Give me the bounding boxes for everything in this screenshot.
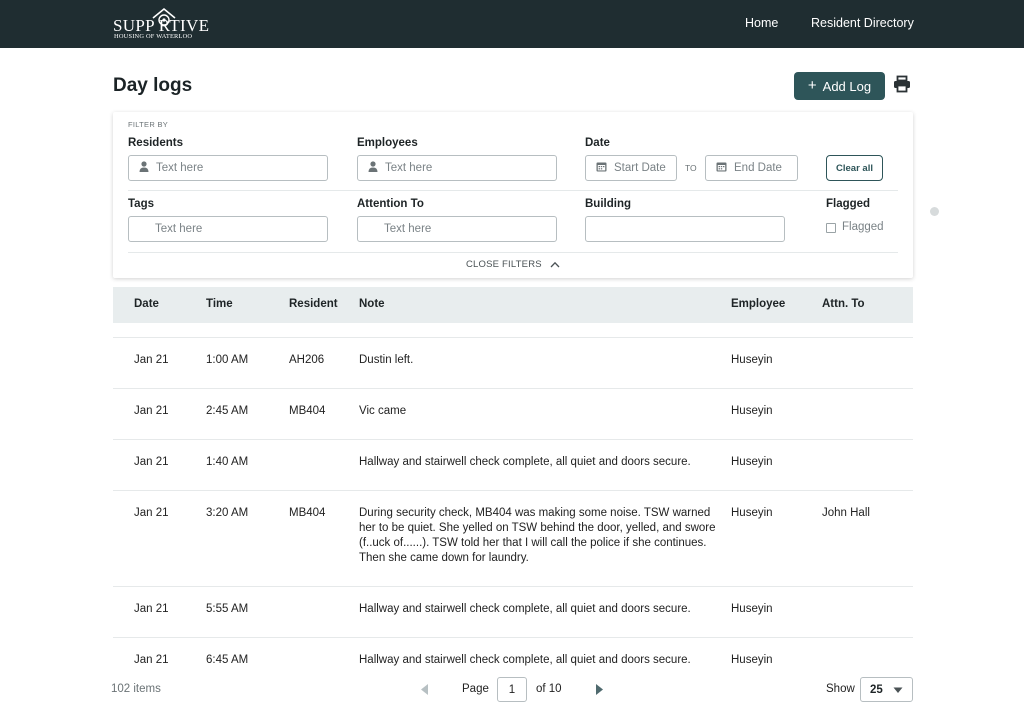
attention-to-placeholder: Text here	[384, 223, 432, 235]
print-icon[interactable]	[893, 75, 913, 97]
cell-time: 5:55 AM	[206, 603, 249, 615]
start-date-placeholder: Start Date	[614, 162, 666, 174]
column-header-resident[interactable]: Resident	[289, 298, 338, 310]
tags-label: Tags	[128, 198, 154, 210]
cell-time: 6:45 AM	[206, 654, 249, 666]
cell-date: Jan 21	[134, 603, 169, 615]
cell-note: Hallway and stairwell check complete, al…	[359, 654, 691, 666]
clear-all-button[interactable]: Clear all	[826, 155, 883, 181]
person-icon	[139, 161, 149, 175]
filter-row-divider	[128, 190, 898, 191]
building-filter-input[interactable]	[585, 216, 785, 242]
close-filters-button[interactable]: CLOSE FILTERS	[466, 259, 560, 270]
date-label: Date	[585, 137, 610, 149]
attention-to-filter-input[interactable]: Text here	[357, 216, 557, 242]
filter-by-label: FILTER BY	[128, 120, 169, 129]
scroll-indicator[interactable]	[930, 207, 939, 216]
page-size-value: 25	[870, 683, 883, 696]
column-header-time[interactable]: Time	[206, 298, 233, 310]
employees-filter-input[interactable]: Text here	[357, 155, 557, 181]
flagged-checkbox-label[interactable]: Flagged	[842, 221, 884, 233]
logo-main-text: SUPP RTIVE	[113, 16, 210, 35]
show-label: Show	[826, 683, 855, 695]
cell-note: During security check, MB404 was making …	[359, 507, 716, 564]
log-table-body: Jan 21 1:00 AM AH206 Dustin left. Huseyi…	[113, 332, 913, 673]
page-label: Page	[462, 683, 489, 695]
residents-placeholder: Text here	[156, 162, 204, 174]
cell-employee: Huseyin	[731, 456, 773, 468]
column-header-date[interactable]: Date	[134, 298, 159, 310]
table-header: Date Time Resident Note Employee Attn. T…	[113, 287, 913, 323]
building-label: Building	[585, 198, 631, 210]
page-size-select[interactable]: 25	[860, 677, 913, 702]
add-log-label: Add Log	[822, 78, 872, 94]
tags-filter-input[interactable]: Text here	[128, 216, 328, 242]
table-row[interactable]: Jan 21 5:55 AM Hallway and stairwell che…	[113, 587, 913, 638]
table-row[interactable]: Jan 21 1:40 AM Hallway and stairwell che…	[113, 440, 913, 491]
nav-home-link[interactable]: Home	[745, 16, 778, 30]
cell-employee: Huseyin	[731, 405, 773, 417]
employees-placeholder: Text here	[385, 162, 433, 174]
calendar-icon	[716, 161, 727, 175]
cell-employee: Huseyin	[731, 507, 773, 519]
attention-to-label: Attention To	[357, 198, 424, 210]
table-row[interactable]: Jan 21 3:20 AM MB404 During security che…	[113, 491, 913, 587]
supportive-housing-logo[interactable]: SUPP RTIVE HOUSING OF WATERLOO	[113, 7, 209, 43]
date-to-label: TO	[685, 163, 697, 173]
add-log-button[interactable]: + Add Log	[794, 72, 885, 100]
chevron-up-icon	[550, 261, 560, 268]
previous-page-icon[interactable]	[419, 683, 429, 696]
tags-placeholder: Text here	[155, 223, 203, 235]
employees-label: Employees	[357, 137, 418, 149]
page-title: Day logs	[113, 75, 193, 96]
cell-note: Hallway and stairwell check complete, al…	[359, 603, 691, 615]
table-row[interactable]: Jan 21 2:45 AM MB404 Vic came Huseyin	[113, 389, 913, 440]
cell-time: 3:20 AM	[206, 507, 249, 519]
cell-time: 1:00 AM	[206, 354, 249, 366]
flagged-checkbox[interactable]	[826, 223, 836, 233]
cell-note: Vic came	[359, 405, 407, 417]
cell-date: Jan 21	[134, 354, 169, 366]
cell-attn-to: John Hall	[822, 507, 870, 519]
logo-subtitle: HOUSING OF WATERLOO	[114, 33, 193, 40]
cell-time: 1:40 AM	[206, 456, 249, 468]
nav-resident-directory-link[interactable]: Resident Directory	[811, 16, 914, 30]
plus-icon: +	[807, 77, 817, 94]
filter-footer-divider	[128, 252, 898, 253]
cell-date: Jan 21	[134, 507, 169, 519]
filter-panel: FILTER BY Residents Text here Employees …	[113, 112, 913, 278]
flagged-label: Flagged	[826, 198, 871, 210]
page-number-input[interactable]	[497, 677, 527, 702]
cell-date: Jan 21	[134, 456, 169, 468]
cell-resident: AH206	[289, 354, 325, 366]
cell-note: Hallway and stairwell check complete, al…	[359, 456, 691, 468]
cell-resident: MB404	[289, 405, 326, 417]
cell-time: 2:45 AM	[206, 405, 249, 417]
cell-resident: MB404	[289, 507, 326, 519]
chevron-down-icon	[893, 687, 903, 693]
end-date-input[interactable]: End Date	[705, 155, 798, 181]
person-icon	[368, 161, 378, 175]
cell-date: Jan 21	[134, 405, 169, 417]
table-row[interactable]: Jan 21 1:00 AM AH206 Dustin left. Huseyi…	[113, 338, 913, 389]
cell-employee: Huseyin	[731, 354, 773, 366]
calendar-icon	[596, 161, 607, 175]
next-page-icon[interactable]	[595, 683, 605, 696]
residents-label: Residents	[128, 137, 183, 149]
table-row[interactable]: Jan 21 6:45 AM Hallway and stairwell che…	[113, 638, 913, 673]
top-navbar: SUPP RTIVE HOUSING OF WATERLOO Home Resi…	[0, 0, 1024, 48]
page-total: of 10	[536, 683, 562, 695]
cell-employee: Huseyin	[731, 603, 773, 615]
residents-filter-input[interactable]: Text here	[128, 155, 328, 181]
cell-note: Dustin left.	[359, 354, 414, 366]
start-date-input[interactable]: Start Date	[585, 155, 677, 181]
cell-employee: Huseyin	[731, 654, 773, 666]
items-count: 102 items	[111, 683, 161, 695]
column-header-note[interactable]: Note	[359, 298, 385, 310]
close-filters-label: CLOSE FILTERS	[466, 259, 542, 270]
end-date-placeholder: End Date	[734, 162, 782, 174]
column-header-attn-to[interactable]: Attn. To	[822, 298, 865, 310]
column-header-employee[interactable]: Employee	[731, 298, 785, 310]
cell-date: Jan 21	[134, 654, 169, 666]
